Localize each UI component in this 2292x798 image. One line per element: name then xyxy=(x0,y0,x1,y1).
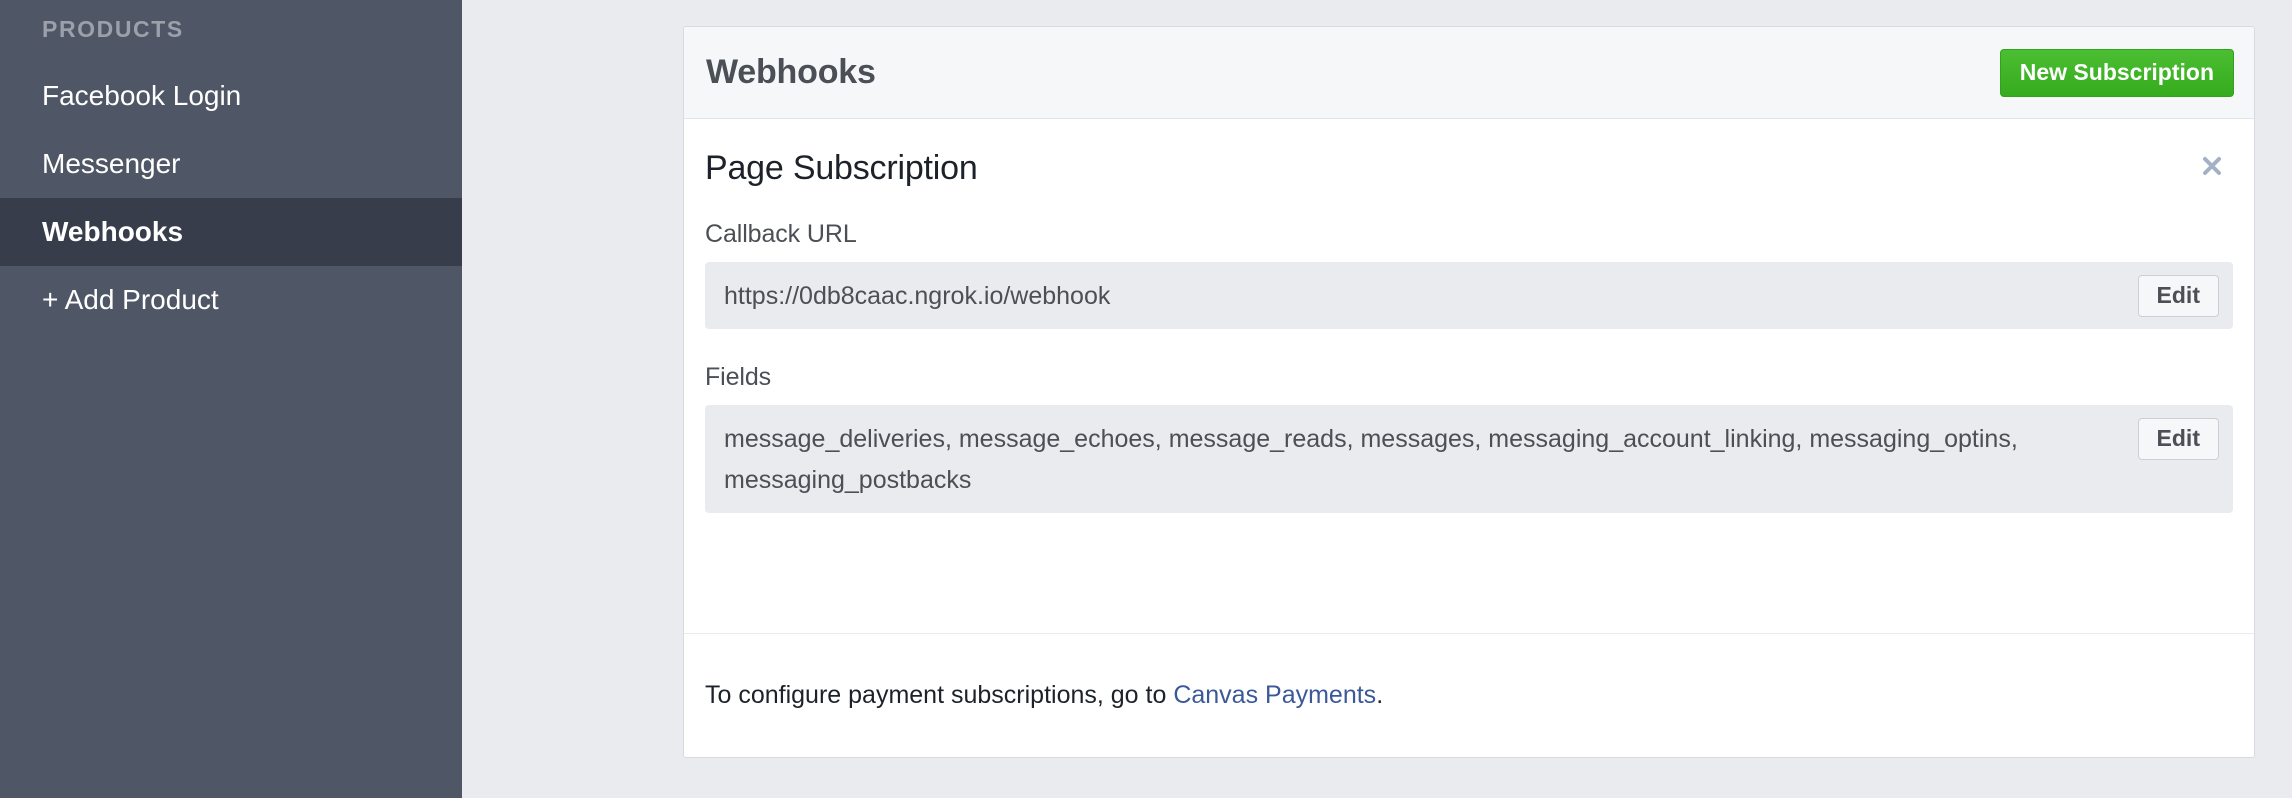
app-root: PRODUCTS Facebook Login Messenger Webhoo… xyxy=(0,0,2292,798)
main-content: Webhooks New Subscription Page Subscript… xyxy=(462,0,2292,798)
canvas-payments-link[interactable]: Canvas Payments xyxy=(1173,681,1376,709)
panel-footer: To configure payment subscriptions, go t… xyxy=(684,633,2254,757)
sidebar-item-label: Facebook Login xyxy=(42,80,242,111)
sidebar-item-label: Messenger xyxy=(42,148,181,179)
callback-url-value: https://0db8caac.ngrok.io/webhook xyxy=(724,282,1111,310)
edit-fields-button[interactable]: Edit xyxy=(2137,418,2219,460)
sidebar: PRODUCTS Facebook Login Messenger Webhoo… xyxy=(0,0,462,798)
new-subscription-button[interactable]: New Subscription xyxy=(1999,48,2234,97)
panel-header: Webhooks New Subscription xyxy=(684,27,2254,119)
sidebar-item-messenger[interactable]: Messenger xyxy=(0,130,462,198)
edit-callback-url-button[interactable]: Edit xyxy=(2137,275,2219,317)
subscription-title: Page Subscription xyxy=(705,149,978,187)
fields-group: Fields message_deliveries, message_echoe… xyxy=(705,363,2233,513)
callback-url-label: Callback URL xyxy=(705,220,857,248)
sidebar-item-label: Webhooks xyxy=(42,216,184,247)
sidebar-section-title: PRODUCTS xyxy=(42,16,184,42)
sidebar-item-add-product[interactable]: + Add Product xyxy=(0,266,462,334)
fields-value-box: message_deliveries, message_echoes, mess… xyxy=(705,405,2233,513)
fields-label: Fields xyxy=(705,363,772,391)
sidebar-item-webhooks[interactable]: Webhooks xyxy=(0,198,462,266)
fields-value: message_deliveries, message_echoes, mess… xyxy=(724,425,2018,494)
footer-text-after: . xyxy=(1376,681,1384,709)
callback-url-value-box: https://0db8caac.ngrok.io/webhook Edit xyxy=(705,262,2233,329)
sidebar-item-facebook-login[interactable]: Facebook Login xyxy=(0,62,462,130)
callback-url-group: Callback URL https://0db8caac.ngrok.io/w… xyxy=(705,220,2233,329)
panel-body: Page Subscription Callback URL https://0… xyxy=(684,119,2254,513)
page-title: Webhooks xyxy=(706,53,876,91)
sidebar-list: Facebook Login Messenger Webhooks + Add … xyxy=(0,62,462,334)
footer-note: To configure payment subscriptions, go t… xyxy=(705,681,1383,710)
sidebar-item-label: + Add Product xyxy=(42,284,219,315)
subscription-header: Page Subscription xyxy=(705,147,2233,188)
close-icon[interactable] xyxy=(2195,149,2229,183)
webhooks-panel: Webhooks New Subscription Page Subscript… xyxy=(683,26,2255,758)
footer-text-before: To configure payment subscriptions, go t… xyxy=(705,681,1174,709)
